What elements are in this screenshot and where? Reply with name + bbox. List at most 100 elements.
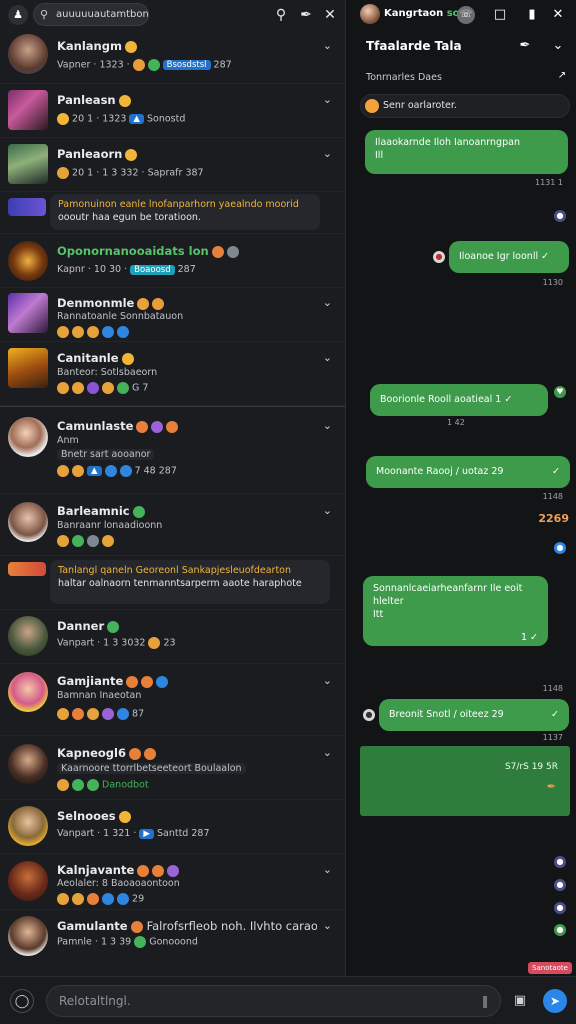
chat-item[interactable]: Kalnjavante ⌄ Aeolaler: 8 Baoaoaontoon 2… [0, 854, 345, 910]
chat-preview: Kapnr · 10 30 · Boaoosd 287 [57, 264, 196, 275]
chat-item[interactable]: Canitanle ⌄ Banteor: Sotlsbaeorn G 7 [0, 342, 345, 406]
chat-preview: Vanpart · 1 321 · ▶ Santtd 287 [57, 828, 210, 839]
chat-preview: Pamnle · 1 3 39 Gonooond [57, 936, 198, 948]
chevron-down-icon[interactable]: ⌄ [323, 863, 332, 876]
avatar [8, 144, 48, 184]
message-bubble[interactable]: Sonnanlcaeiarheanfarnr Ile eoit hlelter … [363, 576, 548, 646]
message-preview: Tanlangl qaneln Georeonl Sankapjesleuofd… [50, 560, 330, 604]
reaction-icon: ● [554, 924, 566, 936]
conversation-panel: Kangrtaon sob ☏ □ ▮ ✕ Tfaalarde Tala ✒ ⌄… [347, 0, 576, 976]
chat-name: Kanlangm [57, 39, 137, 53]
reaction-row: 29 [57, 893, 144, 905]
chat-item[interactable]: Gamulante Falrofsrfleob noh. Ilvhto cara… [0, 910, 345, 958]
message-bubble[interactable]: Boorionle Rooll aoatieal 1 ✓ [370, 384, 548, 416]
message-time: 1137 [542, 733, 563, 742]
chat-name: Danner [57, 619, 120, 633]
contact-name: Kangrtaon sob [384, 8, 467, 19]
pencil-icon[interactable]: ✒ [296, 5, 316, 25]
chat-item[interactable]: Pamonuinon eanle lnofanparhorn yaealndo … [0, 192, 345, 234]
chat-list-panel: ♟ ⚲ auuuuuautamtbon ⚲ ✒ ✕ Kanlangm ⌄ Vap… [0, 0, 346, 976]
chat-item[interactable]: Denmonmle ⌄ Rannatoanle Sonnbatauon [0, 288, 345, 342]
avatar [8, 90, 48, 130]
profile-avatar[interactable]: ♟ [8, 5, 28, 25]
chevron-down-icon[interactable]: ⌄ [548, 36, 568, 56]
chat-item[interactable]: Gamjiante ⌄ Bamnan Inaeotan 87 [0, 664, 345, 736]
chevron-down-icon[interactable]: ⌄ [323, 674, 332, 687]
avatar [8, 348, 48, 388]
chevron-down-icon[interactable]: ⌄ [323, 93, 332, 106]
chat-item[interactable]: Camunlaste ⌄ Anm Bnetr sart aooanor ▲ 7 … [0, 406, 345, 494]
media-preview[interactable]: S7/rS 19 5R ✒ [360, 746, 570, 816]
chat-item[interactable]: Danner Vanpart · 1 3 3032 23 [0, 610, 345, 664]
search-value: auuuuuautamtbon [56, 9, 149, 20]
message-bubble[interactable]: Iloanoe Igr loonll ✓ [449, 241, 569, 273]
chat-item[interactable]: Tanlangl qaneln Georeonl Sankapjesleuofd… [0, 556, 345, 610]
chat-preview: Kaarnoore ttorrlbetseeteort Boulaalon [57, 763, 246, 774]
chat-preview: Vanpart · 1 3 3032 23 [57, 637, 176, 649]
avatar [8, 744, 48, 784]
message-input[interactable]: Relotaltlngl.‍❚ [46, 985, 501, 1017]
smile-icon [365, 99, 379, 113]
chat-preview: 20 1 · 1 3 332 · Saprafr 387 [57, 167, 204, 179]
chat-name: Kapneogl6 [57, 746, 156, 760]
message-preview: Pamonuinon eanle lnofanparhorn yaealndo … [50, 194, 320, 230]
search-icon[interactable]: ⚲ [271, 5, 291, 25]
conversation-subtitle: Tonrnarles Daes [366, 72, 442, 83]
reaction-row [57, 535, 114, 547]
send-button[interactable]: ➤ [543, 989, 567, 1013]
chat-item[interactable]: Selnooes Vanpart · 1 321 · ▶ Santtd 287 [0, 800, 345, 854]
chevron-down-icon[interactable]: ⌄ [323, 147, 332, 160]
chat-name: Gamulante Falrofsrfleob noh. Ilvhto cara… [57, 919, 317, 933]
reaction-row: Danodbot [57, 779, 149, 791]
reaction-icon: ● [554, 210, 566, 222]
avatar [8, 241, 48, 281]
message-time: 1131 1 [535, 178, 563, 187]
chat-item[interactable]: Panleaorn ⌄ 20 1 · 1 3 332 · Saprafr 387 [0, 138, 345, 192]
chevron-down-icon[interactable]: ⌄ [323, 351, 332, 364]
message-bubble[interactable]: Breonit Snotl / oiteez 29 ✓ [379, 699, 569, 731]
contact-avatar[interactable] [360, 4, 380, 24]
chat-preview: Vapner · 1323 · Bsosdstsl 287 [57, 59, 232, 71]
chevron-down-icon[interactable]: ⌄ [323, 39, 332, 52]
avatar [8, 417, 48, 457]
conversation-title: Tfaalarde Tala [366, 39, 462, 53]
chevron-down-icon[interactable]: ⌄ [323, 419, 332, 432]
image-icon[interactable]: ▣ [508, 989, 532, 1013]
search-input[interactable]: ⚲ auuuuuautamtbon [33, 3, 149, 26]
message-bubble[interactable]: Ilaaokarnde Iloh Ianoanrngpan Ill [365, 130, 568, 174]
pinned-message[interactable]: Senr oarlaroter. [360, 94, 570, 118]
chat-name: Oponornanooaidats lon [57, 244, 239, 258]
chevron-down-icon[interactable]: ⌄ [323, 296, 332, 309]
media-caption: S7/rS 19 5R [504, 762, 558, 772]
chat-item[interactable]: Oponornanooaidats lon Kapnr · 10 30 · Boa… [0, 234, 345, 288]
chat-name: Kalnjavante [57, 863, 180, 877]
chevron-down-icon[interactable]: ⌄ [323, 919, 332, 932]
avatar [8, 562, 46, 576]
chat-item[interactable]: Kanlangm ⌄ Vapner · 1323 · Bsosdstsl 287 [0, 30, 345, 84]
avatar [8, 672, 48, 712]
chat-name: Camunlaste [57, 419, 179, 433]
chat-name: Canitanle [57, 351, 134, 365]
reaction-icon: ● [554, 856, 566, 868]
status-badge: Sanotaote [528, 962, 572, 974]
message-time: 1148 [542, 492, 563, 501]
chevron-down-icon[interactable]: ⌄ [323, 746, 332, 759]
message-bubble[interactable]: Moonante Raooj / uotaz 29 ✓ [366, 456, 570, 488]
call-icon[interactable]: ☏ [457, 6, 475, 24]
chat-name: Selnooes [57, 809, 131, 823]
chat-preview: 20 1 · 1323 ▲ Sonostd [57, 113, 185, 125]
close-icon[interactable]: ✕ [548, 5, 568, 25]
pin-icon[interactable]: ▮ [522, 5, 542, 25]
message-time: 1 42 [447, 418, 465, 427]
chevron-down-icon[interactable]: ⌄ [323, 504, 332, 517]
search-icon: ⚲ [40, 8, 49, 21]
video-icon[interactable]: □ [490, 5, 510, 25]
close-icon[interactable]: ✕ [320, 5, 340, 25]
edit-icon[interactable]: ✒ [515, 36, 535, 56]
chat-item[interactable]: Kapneogl6 ⌄ Kaarnoore ttorrlbetseeteort … [0, 736, 345, 800]
chat-item[interactable]: Barleamnic ⌄ Banraanr lonaadioonn [0, 494, 345, 556]
chat-item[interactable]: Panleasn ⌄ 20 1 · 1323 ▲ Sonostd [0, 84, 345, 138]
attach-icon[interactable]: ◯ [10, 989, 34, 1013]
avatar [8, 616, 48, 656]
expand-icon[interactable]: ↗ [552, 66, 572, 86]
